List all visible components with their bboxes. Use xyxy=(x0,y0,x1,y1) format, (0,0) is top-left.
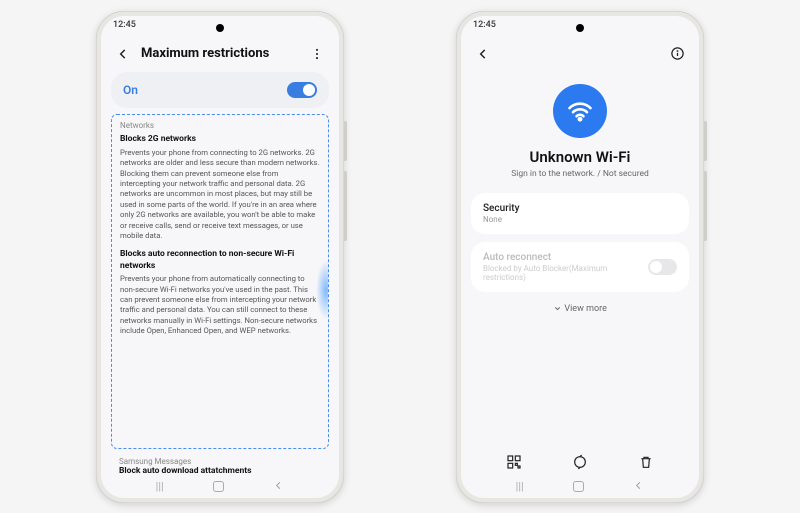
bottom-actions xyxy=(461,444,699,476)
refresh-icon[interactable] xyxy=(570,452,590,472)
next-section: Samsung Messages Block auto download att… xyxy=(119,457,321,476)
next-item-title: Block auto download attatchments xyxy=(119,466,321,476)
view-more-button[interactable]: View more xyxy=(461,304,699,314)
app-bar xyxy=(461,38,699,72)
nav-recents-icon[interactable]: ||| xyxy=(516,480,524,493)
network-title: Unknown Wi-Fi xyxy=(461,148,699,166)
info-icon[interactable] xyxy=(667,44,687,64)
security-value: None xyxy=(483,215,677,224)
security-label: Security xyxy=(483,203,677,214)
more-icon[interactable] xyxy=(307,44,327,64)
item-wifi-body: Prevents your phone from automatically c… xyxy=(120,274,320,336)
wifi-icon xyxy=(553,84,607,138)
clock: 12:45 xyxy=(473,20,496,30)
nav-back-icon[interactable] xyxy=(273,480,284,494)
next-section-label: Samsung Messages xyxy=(119,457,321,466)
qr-icon[interactable] xyxy=(504,452,524,472)
auto-reconnect-card: Auto reconnect Blocked by Auto Blocker(M… xyxy=(471,242,689,292)
camera-hole xyxy=(216,24,224,32)
delete-icon[interactable] xyxy=(636,452,656,472)
nav-home-icon[interactable] xyxy=(573,481,584,492)
toggle-switch[interactable] xyxy=(287,82,317,98)
master-toggle-row[interactable]: On xyxy=(111,72,329,108)
scroll-content[interactable]: Networks Blocks 2G networks Prevents you… xyxy=(101,114,339,476)
section-label: Networks xyxy=(120,121,320,132)
highlighted-section: Networks Blocks 2G networks Prevents you… xyxy=(111,114,329,449)
camera-hole xyxy=(576,24,584,32)
screen-left: 12:45 Maximum restrictions On Networks B… xyxy=(101,16,339,498)
wifi-hero xyxy=(461,84,699,138)
nav-recents-icon[interactable]: ||| xyxy=(156,480,164,493)
phone-left: 12:45 Maximum restrictions On Networks B… xyxy=(96,11,344,503)
scroll-glow xyxy=(316,260,329,320)
item-wifi-title: Blocks auto reconnection to non-secure W… xyxy=(120,249,320,272)
item-2g-title: Blocks 2G networks xyxy=(120,134,320,145)
auto-reconnect-label: Auto reconnect xyxy=(483,252,648,263)
view-more-label: View more xyxy=(564,304,606,314)
toggle-label: On xyxy=(123,83,138,97)
screen-right: 12:45 Unknown Wi-Fi Sign in to the xyxy=(461,16,699,498)
phone-right: 12:45 Unknown Wi-Fi Sign in to the xyxy=(456,11,704,503)
auto-reconnect-switch xyxy=(648,259,677,275)
back-icon[interactable] xyxy=(473,44,493,64)
nav-bar: ||| xyxy=(461,476,699,498)
nav-back-icon[interactable] xyxy=(633,480,644,494)
clock: 12:45 xyxy=(113,20,136,30)
nav-home-icon[interactable] xyxy=(213,481,224,492)
nav-bar: ||| xyxy=(101,476,339,498)
page-title: Maximum restrictions xyxy=(141,46,299,61)
network-subtitle: Sign in to the network. / Not secured xyxy=(461,169,699,179)
app-bar: Maximum restrictions xyxy=(101,38,339,72)
security-card[interactable]: Security None xyxy=(471,193,689,234)
back-icon[interactable] xyxy=(113,44,133,64)
item-2g-body: Prevents your phone from connecting to 2… xyxy=(120,148,320,242)
auto-reconnect-sub: Blocked by Auto Blocker(Maximum restrict… xyxy=(483,264,648,282)
